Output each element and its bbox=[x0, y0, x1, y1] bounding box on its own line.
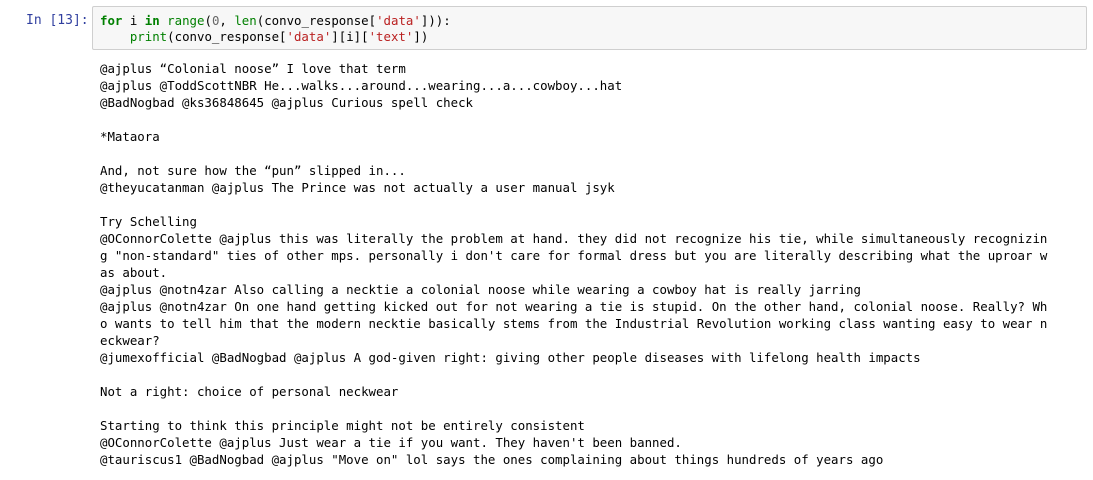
output-line: Not a right: choice of personal neckwear bbox=[100, 384, 399, 399]
code-punct: (convo_response[ bbox=[167, 29, 287, 44]
output-line: Try Schelling bbox=[100, 214, 197, 229]
code-text[interactable]: for i in range(0, len(convo_response['da… bbox=[100, 13, 451, 45]
string-literal: 'data' bbox=[286, 29, 332, 44]
output-line: @ajplus @ToddScottNBR He...walks...aroun… bbox=[100, 78, 623, 93]
output-line: @ajplus @notn4zar On one hand getting ki… bbox=[100, 299, 1048, 314]
output-line: And, not sure how the “pun” slipped in..… bbox=[100, 163, 406, 178]
output-line: Starting to think this principle might n… bbox=[100, 418, 585, 433]
code-line-1: for i in range(0, len(convo_response['da… bbox=[100, 13, 451, 28]
input-prompt: In [13]: bbox=[26, 13, 89, 28]
code-punct: ])): bbox=[420, 13, 451, 28]
output-line: as about. bbox=[100, 265, 168, 280]
output-line: g "non-standard" ties of other mps. pers… bbox=[100, 248, 1048, 263]
keyword-in: in bbox=[144, 13, 160, 28]
output-line: @OConnorColette @ajplus Just wear a tie … bbox=[100, 435, 682, 450]
output-line: @OConnorColette @ajplus this was literal… bbox=[100, 231, 1048, 246]
loop-variable: i bbox=[122, 13, 145, 28]
builtin-print: print bbox=[129, 29, 168, 44]
output-line: o wants to tell him that the modern neck… bbox=[100, 316, 1048, 331]
notebook-code-cell: In [13]: for i in range(0, len(convo_res… bbox=[0, 0, 1093, 480]
output-line: eckwear? bbox=[100, 333, 160, 348]
builtin-len: len bbox=[234, 13, 257, 28]
string-literal: 'text' bbox=[368, 29, 414, 44]
output-line: @jumexofficial @BadNogbad @ajplus A god-… bbox=[100, 350, 921, 365]
output-line: @theyucatanman @ajplus The Prince was no… bbox=[100, 180, 615, 195]
cell-output: @ajplus “Colonial noose” I love that ter… bbox=[100, 60, 1085, 468]
string-literal: 'data' bbox=[376, 13, 421, 28]
code-punct: ( bbox=[204, 13, 212, 28]
code-punct: (convo_response[ bbox=[256, 13, 377, 28]
code-line-2: print(convo_response['data'][i]['text']) bbox=[100, 29, 428, 44]
output-line: @ajplus “Colonial noose” I love that ter… bbox=[100, 61, 406, 76]
output-line: @BadNogbad @ks36848645 @ajplus Curious s… bbox=[100, 95, 473, 110]
keyword-for: for bbox=[100, 13, 123, 28]
code-punct: ]) bbox=[413, 29, 429, 44]
output-line: @ajplus @notn4zar Also calling a necktie… bbox=[100, 282, 861, 297]
code-punct: , bbox=[219, 13, 235, 28]
output-line: @tauriscus1 @BadNogbad @ajplus "Move on"… bbox=[100, 452, 884, 467]
code-punct: ][i][ bbox=[331, 29, 369, 44]
builtin-range: range bbox=[167, 13, 205, 28]
code-editor[interactable]: for i in range(0, len(convo_response['da… bbox=[92, 6, 1087, 50]
output-line: *Mataora bbox=[100, 129, 160, 144]
